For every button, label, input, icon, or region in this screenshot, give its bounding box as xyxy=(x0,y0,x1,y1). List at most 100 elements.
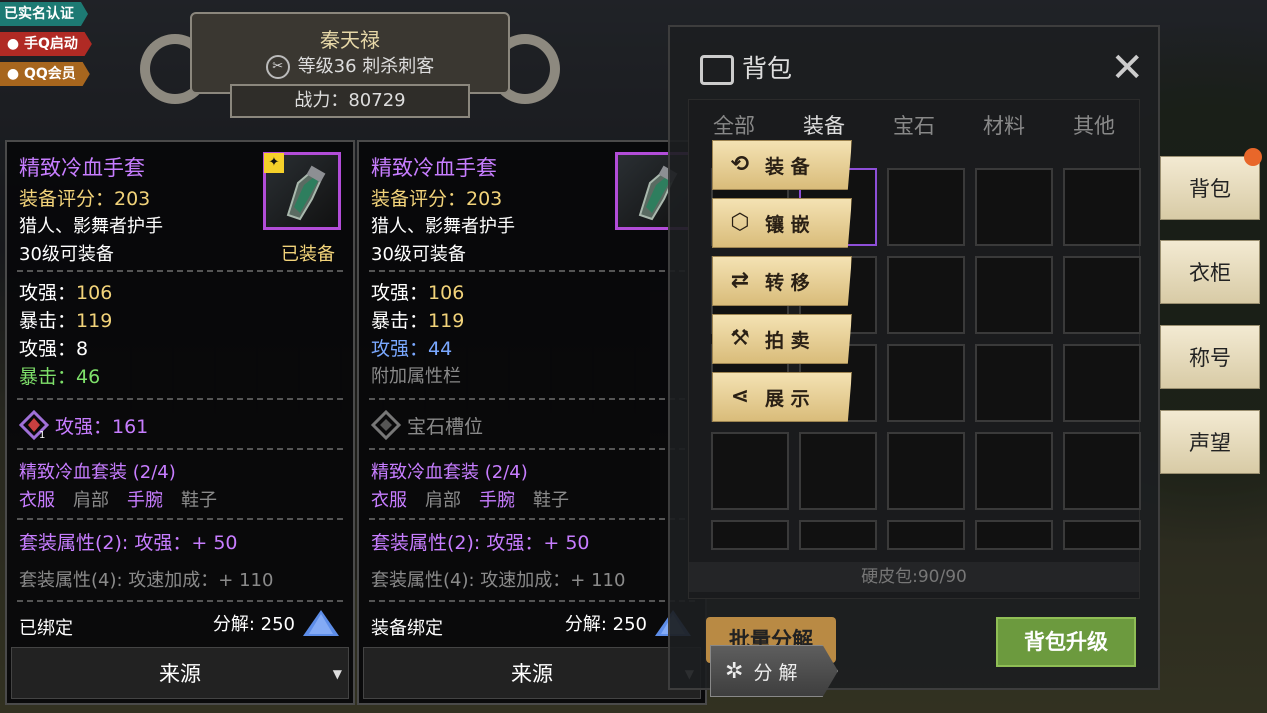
gem-socket-icon: 1 xyxy=(19,410,49,440)
inventory-slot[interactable] xyxy=(975,520,1053,550)
inventory-slot[interactable] xyxy=(975,432,1053,510)
inventory-slot[interactable] xyxy=(1063,256,1141,334)
source-label: 来源 xyxy=(159,662,201,686)
stat-label: 暴击： xyxy=(371,310,429,332)
stat-row: 暴击：119 xyxy=(371,306,464,333)
bag-upgrade-button[interactable]: 背包升级 xyxy=(996,617,1136,667)
decompose-text: 分解: 250 xyxy=(564,614,647,635)
qq-launch-badge[interactable]: ● 手Q启动 xyxy=(0,32,92,56)
realname-label: 已实名认证 xyxy=(4,6,74,22)
divider xyxy=(17,518,343,520)
source-button[interactable]: 来源▼ xyxy=(11,647,349,699)
side-tab-reputation[interactable]: 声望 xyxy=(1160,410,1260,474)
bag-title: 背包 xyxy=(700,49,792,85)
item-icon: ✦ xyxy=(263,152,341,230)
stat-value: 106 xyxy=(428,282,465,304)
inventory-slot[interactable] xyxy=(1063,520,1141,550)
set-piece-owned: 衣服 xyxy=(19,490,55,511)
set-bonus-2: 套装属性(2): 攻强：+ 50 xyxy=(19,532,238,554)
equip-button[interactable]: ⟲ 装 备 xyxy=(712,140,852,190)
bag-tabs: 全部 装备 宝石 材料 其他 xyxy=(689,110,1139,140)
decompose-icon: ✲ xyxy=(725,658,744,684)
stat-label: 攻强： xyxy=(19,338,77,360)
gem-socket-icon: ⬡ xyxy=(730,210,750,235)
inventory-slot[interactable] xyxy=(1063,344,1141,422)
set-piece-missing: 肩部 xyxy=(425,490,461,511)
divider xyxy=(17,270,343,272)
share-icon: ⋖ xyxy=(730,384,750,409)
divider xyxy=(369,398,695,400)
set-bonus-4: 套装属性(4): 攻速加成：+ 110 xyxy=(19,570,274,591)
stat-row: 攻强：106 xyxy=(371,278,464,305)
stat-row: 攻强：44 xyxy=(371,334,452,361)
item-name: 精致冷血手套 xyxy=(371,156,497,180)
inventory-slot[interactable] xyxy=(975,168,1053,246)
set-title: 精致冷血套装 (2/4) xyxy=(19,462,176,483)
stat-value: 8 xyxy=(76,338,89,360)
stat-value: 44 xyxy=(428,338,453,360)
dagger-class-icon: ✂ xyxy=(265,55,290,79)
inventory-slot[interactable] xyxy=(711,520,789,550)
gem-slot-label: 宝石槽位 xyxy=(407,415,484,438)
inventory-slot[interactable] xyxy=(711,432,789,510)
qq-member-badge[interactable]: ● QQ会员 xyxy=(0,62,90,86)
set-bonus-4: 套装属性(4): 攻速加成：+ 110 xyxy=(371,570,626,591)
inventory-slot[interactable] xyxy=(887,432,965,510)
inventory-slot[interactable] xyxy=(887,168,965,246)
qq-launch-label: 手Q启动 xyxy=(24,36,78,52)
stat-row: 攻强：106 xyxy=(19,278,112,305)
inventory-slot[interactable] xyxy=(799,432,877,510)
transfer-button[interactable]: ⇄ 转 移 xyxy=(712,256,852,306)
decompose-value: 分解: 250 xyxy=(213,608,341,638)
inventory-slot[interactable] xyxy=(887,344,965,422)
show-button[interactable]: ⋖ 展 示 xyxy=(712,372,852,422)
set-piece-missing: 鞋子 xyxy=(181,490,217,511)
backpack-icon xyxy=(700,55,734,85)
set-pieces: 衣服 肩部 手腕 鞋子 xyxy=(371,486,587,512)
inventory-slot[interactable] xyxy=(975,344,1053,422)
tab-other[interactable]: 其他 xyxy=(1073,110,1115,140)
divider xyxy=(369,270,695,272)
inventory-slot[interactable] xyxy=(1063,168,1141,246)
inlay-button[interactable]: ⬡ 镶 嵌 xyxy=(712,198,852,248)
inlay-label: 镶 嵌 xyxy=(765,213,810,236)
inventory-slot[interactable] xyxy=(799,520,877,550)
show-label: 展 示 xyxy=(765,387,810,410)
item-requirement: 30级可装备 xyxy=(371,244,466,265)
inventory-slot[interactable] xyxy=(1063,432,1141,510)
side-tab-bag[interactable]: 背包 xyxy=(1160,156,1260,220)
tab-all[interactable]: 全部 xyxy=(713,110,755,140)
bag-title-text: 背包 xyxy=(742,54,793,83)
transfer-label: 转 移 xyxy=(765,271,810,294)
item-score: 装备评分：203 xyxy=(19,188,151,210)
gem-row: 1 攻强：161 xyxy=(19,410,148,440)
tab-materials[interactable]: 材料 xyxy=(983,110,1025,140)
inventory-slot[interactable] xyxy=(887,520,965,550)
notification-dot xyxy=(1244,148,1262,166)
close-icon[interactable]: ✕ xyxy=(1110,45,1144,91)
stat-value: 119 xyxy=(76,310,113,332)
divider xyxy=(17,600,343,602)
bag-item-tooltip: 精致冷血手套 装备评分：203 猎人、影舞者护手 30级可装备 攻强：106 暴… xyxy=(357,140,707,705)
tab-gems[interactable]: 宝石 xyxy=(893,110,935,140)
inventory-slot[interactable] xyxy=(887,256,965,334)
tab-equipment[interactable]: 装备 xyxy=(803,110,845,140)
penguin-icon: ● xyxy=(6,66,20,82)
set-piece-missing: 鞋子 xyxy=(533,490,569,511)
equip-label: 装 备 xyxy=(765,155,810,178)
divider xyxy=(369,518,695,520)
character-banner: 秦天禄 ✂ 等级36 刺杀刺客 战力：80729 xyxy=(140,12,560,122)
divider xyxy=(17,448,343,450)
side-tab-titles[interactable]: 称号 xyxy=(1160,325,1260,389)
source-button[interactable]: 来源▼ xyxy=(363,647,701,699)
set-piece-missing: 肩部 xyxy=(73,490,109,511)
decompose-text: 分解: 250 xyxy=(212,614,295,635)
decompose-button[interactable]: ✲ 分 解 xyxy=(710,645,838,697)
item-score: 装备评分：203 xyxy=(371,188,503,210)
auction-button[interactable]: ⚒ 拍 卖 xyxy=(712,314,852,364)
side-tab-wardrobe[interactable]: 衣柜 xyxy=(1160,240,1260,304)
bind-status: 已绑定 xyxy=(19,618,73,639)
inventory-slot[interactable] xyxy=(975,256,1053,334)
realname-badge[interactable]: 已实名认证 xyxy=(0,2,88,26)
gem-row: 宝石槽位 xyxy=(371,410,483,440)
